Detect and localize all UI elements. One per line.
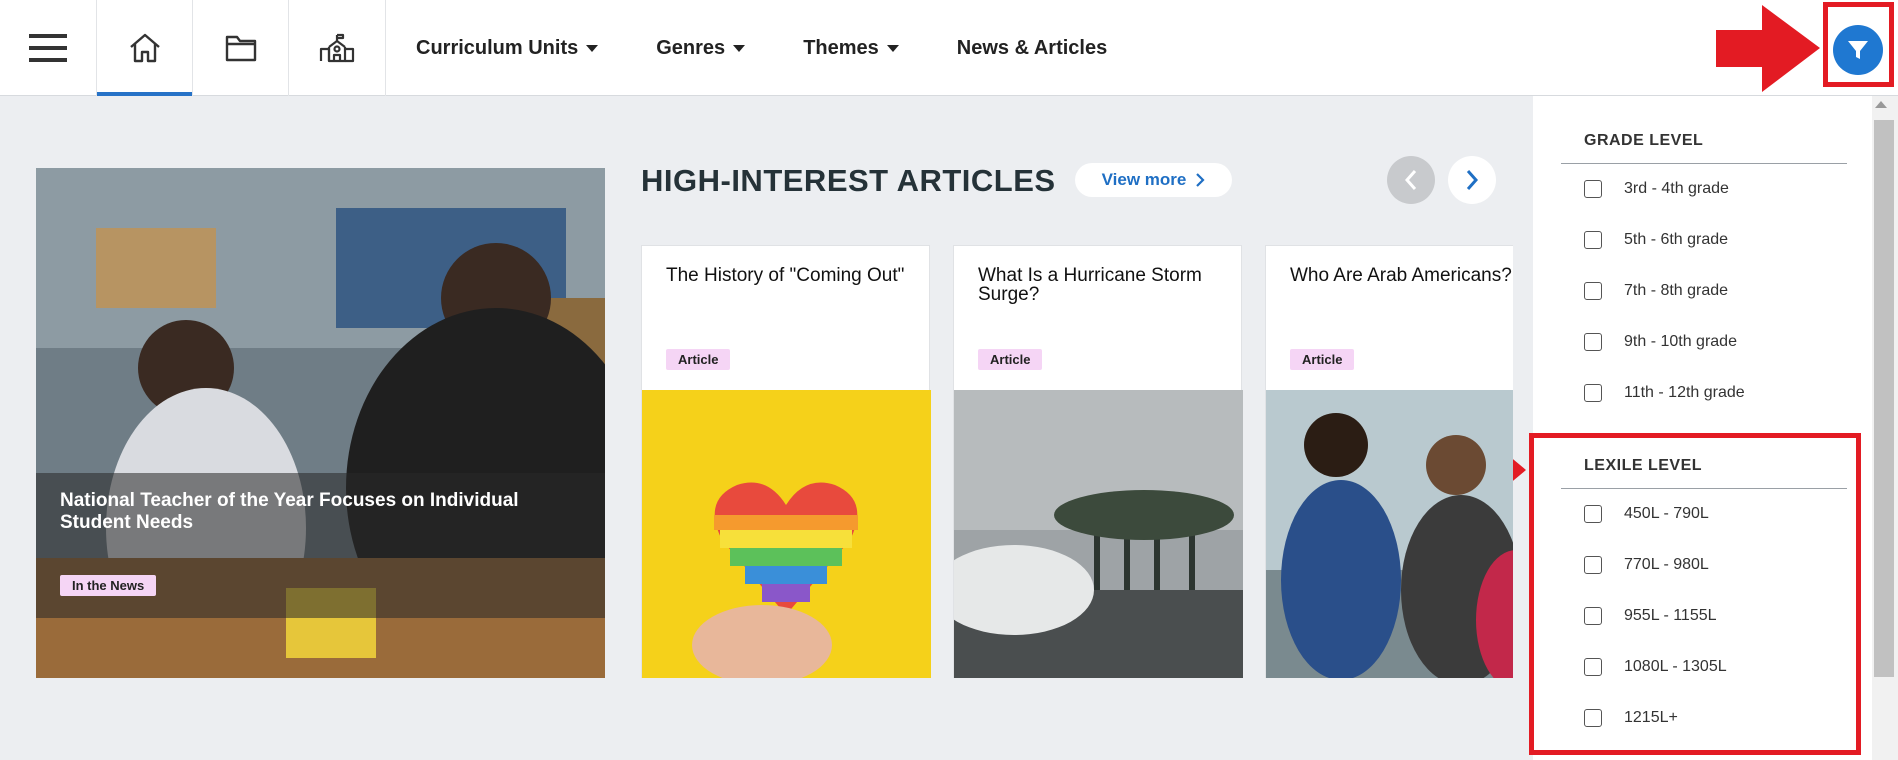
checkbox[interactable] — [1584, 282, 1602, 300]
article-carousel: The History of "Coming Out" Article What… — [641, 245, 1513, 678]
view-more-label: View more — [1101, 170, 1187, 189]
nav-curriculum-units-label: Curriculum Units — [416, 36, 579, 59]
scrollbar-thumb[interactable] — [1874, 120, 1894, 677]
article-card-image — [1266, 390, 1513, 678]
menu-button[interactable] — [0, 0, 96, 96]
article-card-image — [954, 390, 1243, 678]
scroll-up-arrow-icon[interactable] — [1875, 101, 1887, 108]
folder-icon — [225, 35, 256, 62]
grade-option-label: 9th - 10th grade — [1624, 333, 1737, 350]
chevron-left-icon — [1404, 170, 1417, 190]
carousel-prev-button[interactable] — [1387, 156, 1435, 204]
nav-genres[interactable]: Genres — [656, 36, 746, 60]
grade-option-11-12[interactable]: 11th - 12th grade — [1584, 384, 1745, 402]
annotation-highlight-box — [1529, 433, 1861, 755]
nav-news-articles[interactable]: News & Articles — [957, 37, 1107, 60]
nav-themes[interactable]: Themes — [803, 37, 899, 60]
top-navigation-bar: Curriculum Units Genres Themes News & Ar… — [0, 0, 1898, 96]
nav-curriculum-units[interactable]: Curriculum Units — [416, 36, 599, 60]
grade-option-9-10[interactable]: 9th - 10th grade — [1584, 333, 1737, 351]
home-icon — [129, 33, 160, 63]
caret-down-icon — [586, 44, 599, 52]
chevron-right-icon — [1466, 170, 1479, 190]
carousel-next-button[interactable] — [1448, 156, 1496, 204]
category-badge: Article — [1290, 349, 1355, 370]
article-card[interactable]: The History of "Coming Out" Article — [641, 245, 931, 678]
annotation-arrow-icon — [1716, 5, 1820, 92]
caret-down-icon — [733, 44, 746, 52]
article-card[interactable]: What Is a Hurricane Storm Surge? Article — [953, 245, 1243, 678]
category-badge: Article — [978, 349, 1043, 370]
grade-option-label: 3rd - 4th grade — [1624, 180, 1729, 197]
grade-level-heading: GRADE LEVEL — [1584, 132, 1704, 149]
grade-option-label: 7th - 8th grade — [1624, 282, 1729, 299]
school-icon — [319, 33, 355, 63]
article-card-title[interactable]: What Is a Hurricane Storm Surge? — [978, 266, 1228, 304]
folder-button[interactable] — [193, 0, 289, 96]
featured-article-title[interactable]: National Teacher of the Year Focuses on … — [60, 490, 570, 534]
article-card[interactable]: Who Are Arab Americans? Article — [1265, 245, 1513, 678]
category-badge: In the News — [60, 575, 157, 596]
featured-article-card[interactable]: National Teacher of the Year Focuses on … — [36, 168, 605, 678]
checkbox[interactable] — [1584, 231, 1602, 249]
annotation-highlight-box — [1823, 2, 1894, 87]
nav-news-articles-label: News & Articles — [956, 36, 1108, 59]
grade-option-5-6[interactable]: 5th - 6th grade — [1584, 231, 1728, 249]
home-button[interactable] — [96, 0, 193, 96]
grade-option-7-8[interactable]: 7th - 8th grade — [1584, 282, 1728, 300]
category-badge: Article — [666, 349, 731, 370]
grade-option-label: 11th - 12th grade — [1624, 384, 1745, 401]
chevron-right-icon — [1196, 173, 1205, 187]
view-more-button[interactable]: View more — [1075, 163, 1232, 197]
checkbox[interactable] — [1584, 384, 1602, 402]
checkbox[interactable] — [1584, 180, 1602, 198]
nav-genres-label: Genres — [656, 36, 726, 59]
checkbox[interactable] — [1584, 333, 1602, 351]
grade-option-3-4[interactable]: 3rd - 4th grade — [1584, 180, 1729, 198]
school-button[interactable] — [289, 0, 386, 96]
menu-icon — [29, 34, 67, 62]
main-nav-links: Curriculum Units Genres Themes News & Ar… — [416, 0, 1107, 96]
caret-down-icon — [886, 44, 899, 52]
article-card-title[interactable]: Who Are Arab Americans? — [1290, 266, 1513, 285]
nav-themes-label: Themes — [803, 36, 879, 59]
grade-option-label: 5th - 6th grade — [1624, 231, 1729, 248]
article-card-title[interactable]: The History of "Coming Out" — [666, 266, 916, 285]
divider — [1561, 163, 1847, 164]
article-card-image — [642, 390, 931, 678]
section-heading: HIGH-INTEREST ARTICLES — [641, 163, 1056, 198]
